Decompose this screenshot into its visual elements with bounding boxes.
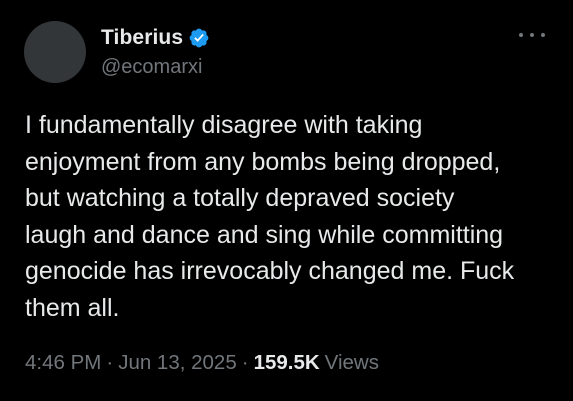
dot-icon xyxy=(541,33,545,37)
dot-icon xyxy=(530,33,534,37)
meta-separator: · xyxy=(241,351,249,374)
tweet-meta: 4:46 PM · Jun 13, 2025 · 159.5K Views xyxy=(25,351,379,375)
views-count: 159.5K xyxy=(253,351,320,374)
tweet-text-line: but watching a totally depraved society xyxy=(25,184,455,212)
avatar[interactable] xyxy=(24,21,86,83)
tweet-text-line: genocide has irrevocably changed me. Fuc… xyxy=(25,257,515,285)
views-label: Views xyxy=(324,351,379,374)
more-horizontal-icon[interactable] xyxy=(519,31,545,39)
verified-badge-icon xyxy=(189,28,209,48)
tweet-text-line: them all. xyxy=(25,293,120,322)
tweet-text-line: laugh and dance and sing while committin… xyxy=(25,220,504,249)
tweet-text: I fundamentally disagree with taking enj… xyxy=(25,107,560,326)
author-name-row: Tiberius xyxy=(101,24,210,52)
tweet-date[interactable]: Jun 13, 2025 xyxy=(118,351,237,375)
tweet-text-line: enjoyment from any bombs being dropped, xyxy=(25,147,501,176)
tweet-text-line: I fundamentally disagree with taking xyxy=(25,111,423,139)
author-handle[interactable]: @ecomarxi xyxy=(101,56,202,79)
dot-icon xyxy=(519,33,523,37)
tweet-time[interactable]: 4:46 PM xyxy=(25,351,101,375)
meta-separator: · xyxy=(106,351,114,374)
author-display-name[interactable]: Tiberius xyxy=(101,26,183,50)
